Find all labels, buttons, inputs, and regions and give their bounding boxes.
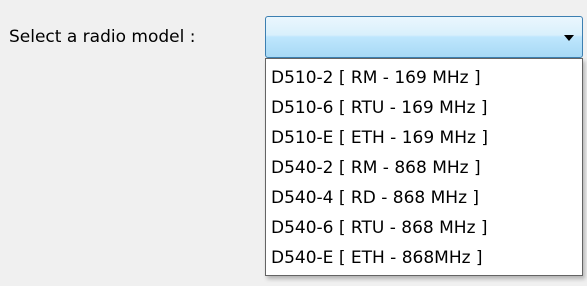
radio-model-select[interactable] [265, 16, 583, 58]
option-d510-e[interactable]: D510-E [ ETH - 169 MHz ] [266, 123, 582, 153]
radio-model-dropdown-list: D510-2 [ RM - 169 MHz ] D510-6 [ RTU - 1… [265, 58, 583, 276]
radio-model-panel: Select a radio model : D510-2 [ RM - 169… [0, 0, 587, 286]
option-d540-4[interactable]: D540-4 [ RD - 868 MHz ] [266, 183, 582, 213]
chevron-down-icon[interactable] [564, 35, 574, 41]
option-d540-e[interactable]: D540-E [ ETH - 868MHz ] [266, 243, 582, 273]
option-d540-2[interactable]: D540-2 [ RM - 868 MHz ] [266, 153, 582, 183]
option-d540-6[interactable]: D540-6 [ RTU - 868 MHz ] [266, 213, 582, 243]
radio-model-label: Select a radio model : [9, 27, 196, 47]
option-d510-6[interactable]: D510-6 [ RTU - 169 MHz ] [266, 93, 582, 123]
option-d510-2[interactable]: D510-2 [ RM - 169 MHz ] [266, 63, 582, 93]
